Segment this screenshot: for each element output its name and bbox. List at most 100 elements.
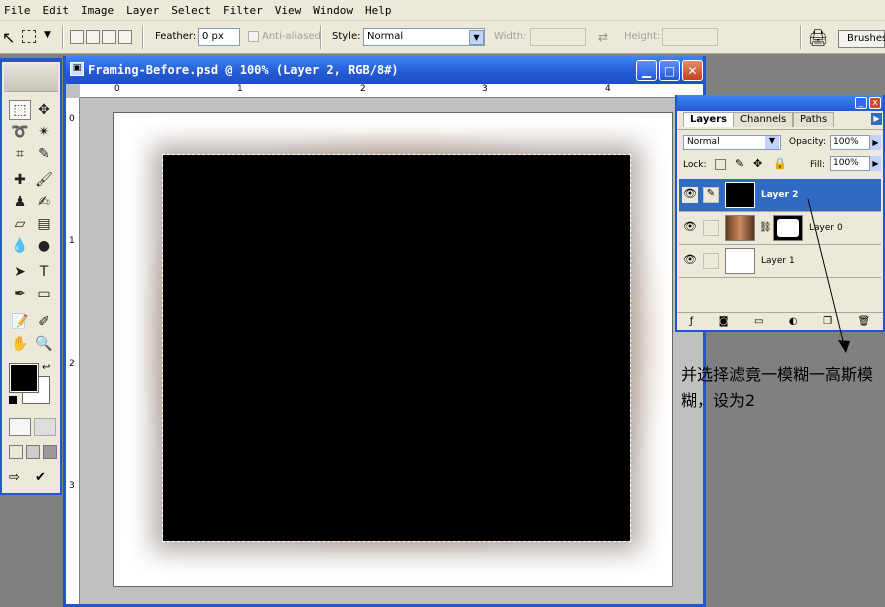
menu-help[interactable]: Help [365,4,392,17]
lasso-tool-icon[interactable]: ➰ [9,122,31,142]
panel-close-button[interactable]: x [869,97,881,109]
feather-label: Feather: [155,31,197,42]
brush-tool-icon[interactable]: 🖌 [33,170,55,190]
gradient-tool-icon[interactable]: ▤ [33,214,55,234]
document-title-bar[interactable]: ▣ Framing-Before.psd @ 100% (Layer 2, RG… [66,56,703,84]
file-browser-icon[interactable]: 🖨 [808,28,828,47]
marquee-preset-icon[interactable] [22,30,36,43]
tab-channels[interactable]: Channels [733,112,794,127]
add-selection-icon[interactable] [86,30,100,44]
menu-file[interactable]: File [4,4,31,17]
opacity-input[interactable]: 100% [830,135,870,150]
notes-tool-icon[interactable]: 📝 [9,312,31,332]
history-brush-icon[interactable]: ✍ [33,192,55,212]
pen-tool-icon[interactable]: ✒ [9,284,31,304]
swap-colors-icon[interactable]: ↩ [42,362,50,373]
fill-input[interactable]: 100% [830,156,870,171]
chevron-down-icon[interactable]: ▼ [765,136,779,149]
imageready-icon[interactable]: ✔ [35,470,57,488]
new-group-icon[interactable]: ▭ [754,316,763,327]
subtract-selection-icon[interactable] [102,30,116,44]
adjustment-layer-icon[interactable]: ◐ [789,316,798,327]
anti-aliased-label: Anti-aliased [262,31,322,42]
paintbrush-icon [703,253,719,269]
divider [800,25,802,49]
jump-to-imageready-icon[interactable]: ⇨ [9,470,31,488]
panel-menu-arrow-icon[interactable]: ▶ [871,113,882,125]
default-colors-icon[interactable] [9,396,17,404]
healing-brush-icon[interactable]: ✚ [9,170,31,190]
menu-layer[interactable]: Layer [126,4,159,17]
menu-filter[interactable]: Filter [223,4,263,17]
eraser-tool-icon[interactable]: ▱ [9,214,31,234]
style-label: Style: [332,31,361,42]
add-mask-icon[interactable]: ◙ [719,316,729,327]
chevron-down-icon[interactable]: ▼ [469,30,484,45]
clone-stamp-icon[interactable]: ♟ [9,192,31,212]
lock-position-icon[interactable]: ✥ [753,157,762,170]
eyedropper-icon[interactable]: ✐ [33,312,55,332]
eye-icon[interactable]: 👁 [682,187,698,203]
standard-mode-icon[interactable] [9,418,31,436]
panel-minimize-button[interactable]: _ [855,97,867,109]
screen-mode-full-icon[interactable] [43,445,57,459]
width-input[interactable] [530,28,586,46]
fill-slider-icon[interactable]: ▶ [870,156,881,171]
menu-edit[interactable]: Edit [43,4,70,17]
menu-window[interactable]: Window [313,4,353,17]
document-title: Framing-Before.psd @ 100% (Layer 2, RGB/… [88,63,399,77]
screen-mode-full-menu-icon[interactable] [26,445,40,459]
opacity-label: Opacity: [789,137,826,147]
tab-layers[interactable]: Layers [683,112,734,127]
screen-mode-standard-icon[interactable] [9,445,23,459]
fill-label: Fill: [810,160,826,170]
shape-tool-icon[interactable]: ▭ [33,284,55,304]
lock-label: Lock: [683,160,707,170]
opacity-slider-icon[interactable]: ▶ [870,135,881,150]
slice-tool-icon[interactable]: ✎ [33,144,55,164]
layer-2-selection[interactable] [162,154,631,542]
tab-paths[interactable]: Paths [793,112,835,127]
crop-tool-icon[interactable]: ⌗ [9,144,31,164]
new-selection-icon[interactable] [70,30,84,44]
swap-arrows-icon[interactable]: ⇄ [598,30,608,44]
layer-style-icon[interactable]: ƒ [690,316,694,327]
menu-view[interactable]: View [275,4,302,17]
eye-icon[interactable]: 👁 [682,253,698,269]
path-select-icon[interactable]: ➤ [9,262,31,282]
style-select[interactable]: Normal [363,28,485,46]
marquee-tool-icon[interactable]: ⬚ [9,100,31,120]
brushes-tab[interactable]: Brushes [838,30,885,48]
menu-image[interactable]: Image [81,4,114,17]
minimize-button[interactable]: ▁ [636,60,657,81]
lock-all-icon[interactable]: 🔒 [773,157,787,170]
ruler-h-label: 0 [114,84,120,94]
move-tool-icon[interactable]: ✥ [33,100,55,120]
lock-paint-icon[interactable]: ✎ [735,157,744,170]
dodge-tool-icon[interactable]: ● [33,236,55,256]
canvas-area[interactable] [80,98,703,604]
layer-name: Layer 1 [761,256,795,266]
menu-select[interactable]: Select [171,4,211,17]
feather-logo-icon [4,64,58,92]
hand-tool-icon[interactable]: ✋ [9,334,31,354]
blur-tool-icon[interactable]: 💧 [9,236,31,256]
maximize-button[interactable]: □ [659,60,680,81]
zoom-tool-icon[interactable]: 🔍 [33,334,55,354]
feather-input[interactable]: 0 px [198,28,240,46]
arrow-head-icon [838,340,850,353]
anti-aliased-checkbox[interactable] [248,31,259,42]
quick-mask-icon[interactable] [34,418,56,436]
chevron-down-icon[interactable]: ▼ [44,30,51,40]
intersect-selection-icon[interactable] [118,30,132,44]
height-input[interactable] [662,28,718,46]
image-canvas[interactable] [113,112,673,587]
magic-wand-icon[interactable]: ✴ [33,122,55,142]
close-button[interactable]: ✕ [682,60,703,81]
lock-transparency-icon[interactable] [715,159,726,170]
foreground-color-swatch[interactable] [9,363,39,393]
layers-panel-header[interactable]: _ x [677,95,883,111]
eye-icon[interactable]: 👁 [682,220,698,236]
paintbrush-icon [703,220,719,236]
type-tool-icon[interactable]: T [33,262,55,282]
